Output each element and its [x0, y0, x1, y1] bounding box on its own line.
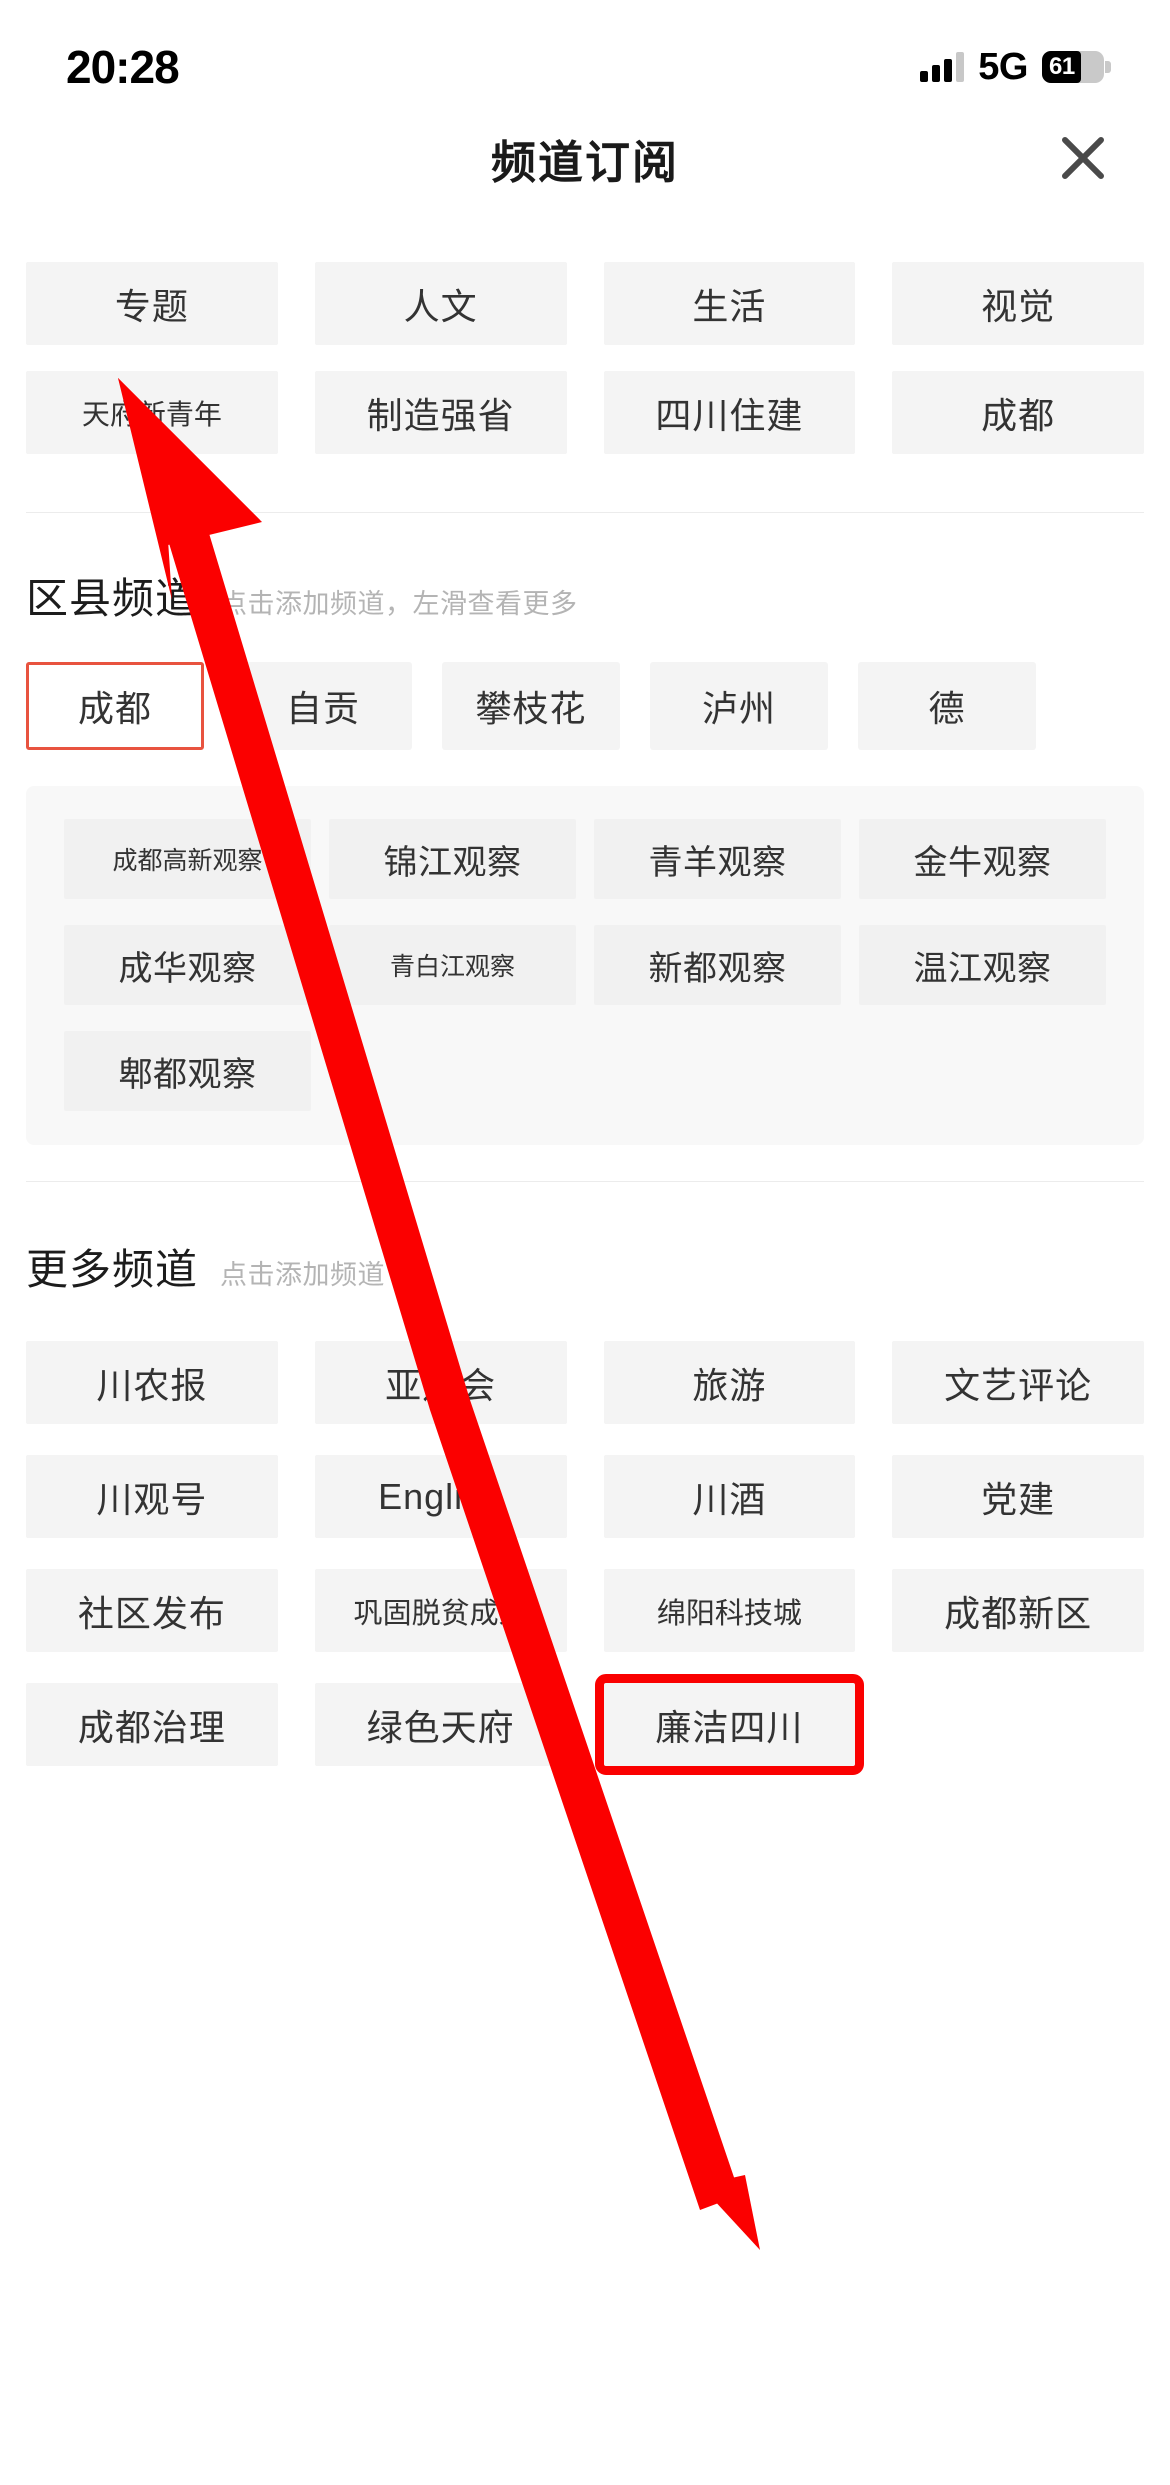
status-time: 20:28 — [66, 41, 180, 93]
channel-chip[interactable]: 制造强省 — [314, 371, 567, 454]
more-channel-chip[interactable]: 巩固脱贫成果 — [314, 1569, 567, 1652]
district-chip[interactable]: 成都高新观察 — [64, 819, 311, 899]
channel-chip[interactable]: 成都 — [892, 371, 1144, 454]
more-channel-chip[interactable]: 亚运会 — [314, 1341, 567, 1424]
city-tab-chengdu[interactable]: 成都 — [26, 662, 204, 750]
district-section-hint: 点击添加频道，左滑查看更多 — [220, 589, 578, 619]
district-chip[interactable]: 成华观察 — [64, 925, 311, 1005]
more-channel-chip[interactable]: 旅游 — [603, 1341, 856, 1424]
more-section-title: 更多频道 — [26, 1246, 199, 1293]
channel-chip[interactable]: 天府新青年 — [26, 371, 278, 454]
network-type-label: 5G — [978, 45, 1028, 88]
more-channel-chip[interactable]: 绿色天府 — [314, 1683, 567, 1766]
more-channel-chip[interactable]: English — [314, 1455, 567, 1538]
signal-strength-icon — [920, 52, 965, 82]
page-title: 频道订阅 — [490, 136, 679, 188]
channel-chip[interactable]: 人文 — [314, 262, 567, 345]
channel-chip[interactable]: 视觉 — [892, 262, 1144, 345]
more-channels-grid: 川农报 亚运会 旅游 文艺评论 川观号 English 川酒 党建 社区发布 巩… — [0, 1341, 1170, 1775]
status-indicators: 5G 61 — [920, 45, 1111, 89]
district-channels-section: 区县频道 点击添加频道，左滑查看更多 成都 自贡 攀枝花 泸州 德 成都高新观察… — [0, 513, 1170, 1145]
battery-percent-label: 61 — [1049, 53, 1075, 80]
subscribed-channels-grid: 专题 人文 生活 视觉 天府新青年 制造强省 四川住建 成都 — [0, 262, 1170, 454]
more-channel-chip[interactable]: 绵阳科技城 — [603, 1569, 856, 1652]
more-channels-section: 更多频道 点击添加频道 川农报 亚运会 旅游 文艺评论 川观号 English … — [0, 1182, 1170, 1775]
city-tab-luzhou[interactable]: 泸州 — [650, 662, 828, 750]
district-chip[interactable]: 新都观察 — [594, 925, 841, 1005]
district-chip-panel: 成都高新观察 锦江观察 青羊观察 金牛观察 成华观察 青白江观察 新都观察 温江… — [26, 786, 1144, 1145]
city-tab-deyang[interactable]: 德 — [858, 662, 1036, 750]
status-bar: 20:28 5G 61 — [0, 0, 1170, 112]
more-channel-chip-highlighted[interactable]: 廉洁四川 — [594, 1674, 865, 1775]
district-chip[interactable]: 青羊观察 — [594, 819, 841, 899]
district-chip[interactable]: 金牛观察 — [859, 819, 1106, 899]
district-chip[interactable]: 青白江观察 — [329, 925, 576, 1005]
more-channel-chip[interactable]: 川酒 — [603, 1455, 856, 1538]
district-section-header: 区县频道 点击添加频道，左滑查看更多 — [0, 565, 1170, 626]
more-channel-chip[interactable]: 成都新区 — [892, 1569, 1144, 1652]
channel-chip[interactable]: 四川住建 — [603, 371, 856, 454]
more-section-header: 更多频道 点击添加频道 — [0, 1236, 1170, 1297]
more-section-hint: 点击添加频道 — [220, 1260, 386, 1290]
page-header: 频道订阅 — [0, 112, 1170, 204]
more-channel-chip[interactable]: 党建 — [892, 1455, 1144, 1538]
channel-chip[interactable]: 专题 — [26, 262, 278, 345]
district-chip[interactable]: 锦江观察 — [329, 819, 576, 899]
district-section-title: 区县频道 — [26, 575, 199, 622]
district-chip[interactable]: 郫都观察 — [64, 1031, 311, 1111]
battery-icon: 61 — [1042, 51, 1111, 83]
city-tab-zigong[interactable]: 自贡 — [234, 662, 412, 750]
channel-chip[interactable]: 生活 — [603, 262, 856, 345]
district-chip-grid: 成都高新观察 锦江观察 青羊观察 金牛观察 成华观察 青白江观察 新都观察 温江… — [26, 819, 1144, 1111]
district-chip[interactable]: 温江观察 — [859, 925, 1106, 1005]
more-channel-chip[interactable]: 成都治理 — [26, 1683, 278, 1766]
subscribed-channels-section: 专题 人文 生活 视觉 天府新青年 制造强省 四川住建 成都 — [0, 204, 1170, 454]
city-tab-strip[interactable]: 成都 自贡 攀枝花 泸州 德 — [0, 662, 1170, 750]
more-channel-chip[interactable]: 川农报 — [26, 1341, 278, 1424]
more-channel-chip[interactable]: 社区发布 — [26, 1569, 278, 1652]
city-tab-panzhihua[interactable]: 攀枝花 — [442, 662, 620, 750]
close-icon[interactable] — [1054, 129, 1112, 187]
more-channel-chip[interactable]: 文艺评论 — [892, 1341, 1144, 1424]
more-channel-chip[interactable]: 川观号 — [26, 1455, 278, 1538]
